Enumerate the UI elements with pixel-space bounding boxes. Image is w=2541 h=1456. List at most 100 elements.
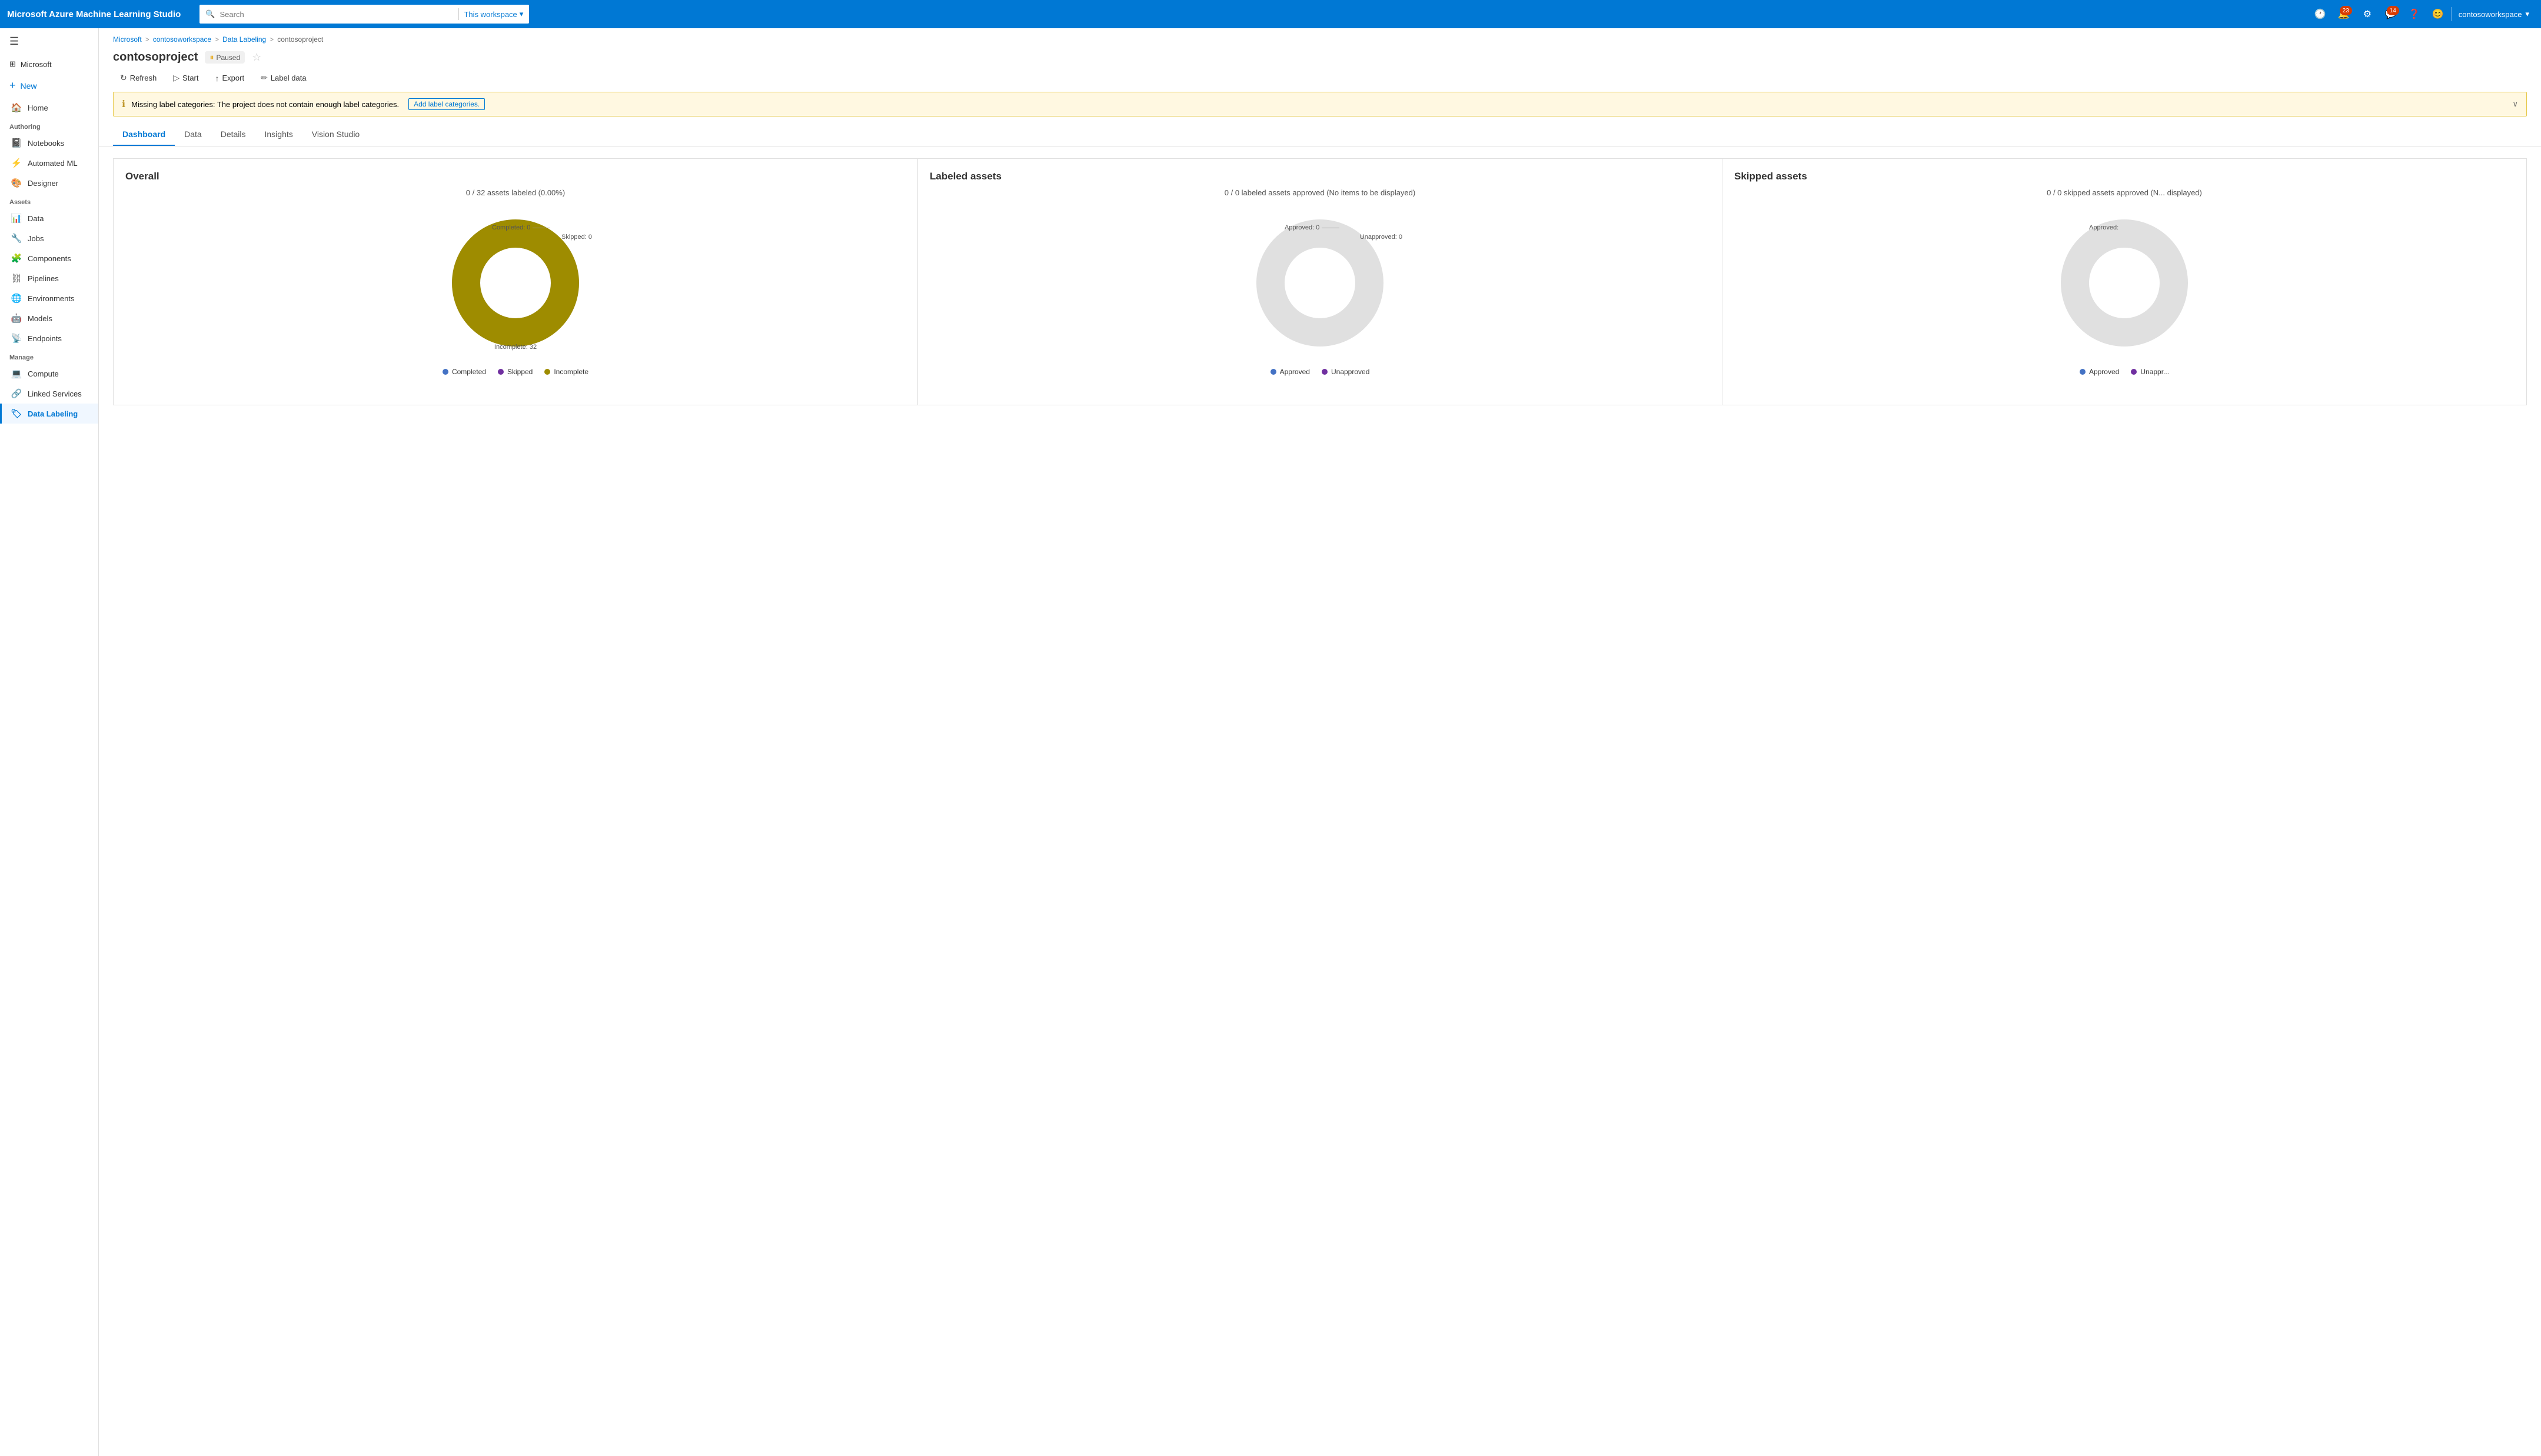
sidebar-item-environments[interactable]: 🌐 Environments	[0, 288, 98, 308]
skipped-donut-container: Approved: Approved Unappr...	[1734, 206, 2515, 376]
overall-subtitle: 0 / 32 assets labeled (0.00%)	[125, 188, 906, 197]
notifications-badge: 23	[2340, 6, 2352, 15]
linked-services-label: Linked Services	[28, 389, 82, 398]
chevron-down-icon: ▾	[520, 9, 524, 19]
updates-btn[interactable]: 💬 14	[2380, 4, 2402, 25]
sidebar-item-designer[interactable]: 🎨 Designer	[0, 173, 98, 193]
app-layout: ☰ ⊞ Microsoft + New 🏠 Home Authoring 📓 N…	[0, 28, 2541, 1456]
status-badge: ⏸ Paused	[205, 51, 245, 64]
breadcrumb-sep-3: >	[270, 35, 274, 44]
notifications-btn[interactable]: 🔔 23	[2333, 4, 2354, 25]
clock-icon-btn[interactable]: 🕐	[2310, 4, 2331, 25]
ms-icon: ⊞	[9, 59, 16, 69]
search-box[interactable]: 🔍 This workspace ▾	[199, 5, 529, 24]
breadcrumb-current: contosoproject	[277, 35, 323, 44]
new-btn[interactable]: + New	[0, 74, 98, 98]
compute-icon: 💻	[11, 368, 22, 379]
overall-chart: Completed: 0 Skipped: 0 Incomplete: 32	[445, 212, 586, 354]
sidebar-item-linked-services[interactable]: 🔗 Linked Services	[0, 384, 98, 404]
user-account-btn[interactable]: contosoworkspace ▾	[2454, 4, 2534, 25]
workspace-selector[interactable]: This workspace ▾	[464, 9, 523, 19]
refresh-btn[interactable]: ↻ Refresh	[113, 70, 164, 86]
warning-banner: ℹ Missing label categories: The project …	[113, 92, 2527, 116]
sidebar-item-endpoints[interactable]: 📡 Endpoints	[0, 328, 98, 348]
overall-legend: Completed Skipped Incomplete	[443, 368, 588, 376]
breadcrumb-sep-1: >	[145, 35, 149, 44]
labeled-legend: Approved Unapproved	[1270, 368, 1370, 376]
settings-btn[interactable]: ⚙	[2357, 4, 2378, 25]
breadcrumb-microsoft[interactable]: Microsoft	[113, 35, 142, 44]
breadcrumb-data-labeling[interactable]: Data Labeling	[222, 35, 266, 44]
labeled-card: Labeled assets 0 / 0 labeled assets appr…	[918, 158, 1722, 405]
warning-icon: ℹ	[122, 98, 125, 110]
unapproved-annotation: Unapproved: 0	[1360, 234, 1402, 241]
labeled-chart: Approved: 0 Unapproved: 0	[1249, 212, 1391, 354]
breadcrumb-sep-2: >	[215, 35, 219, 44]
environments-label: Environments	[28, 294, 74, 303]
label-data-icon: ✏	[261, 73, 268, 83]
export-btn[interactable]: ↑ Export	[208, 71, 252, 86]
start-label: Start	[182, 74, 198, 82]
label-data-btn[interactable]: ✏ Label data	[254, 70, 313, 86]
warning-message: Missing label categories: The project do…	[131, 100, 399, 109]
search-input[interactable]	[220, 10, 454, 19]
labeled-title: Labeled assets	[930, 171, 1710, 182]
automated-ml-label: Automated ML	[28, 159, 78, 168]
breadcrumb-workspace[interactable]: contosoworkspace	[153, 35, 211, 44]
tab-vision-studio[interactable]: Vision Studio	[302, 124, 369, 146]
authoring-section-label: Authoring	[0, 118, 98, 133]
dashboard-grid: Overall 0 / 32 assets labeled (0.00%) Co…	[99, 146, 2541, 417]
skipped-legend-approved: Approved	[2080, 368, 2119, 376]
unapproved-dot	[1322, 369, 1328, 375]
page-title: contosoproject	[113, 51, 198, 64]
topbar-separator	[2451, 7, 2452, 21]
sidebar-item-models[interactable]: 🤖 Models	[0, 308, 98, 328]
warning-collapse-icon[interactable]: ∨	[2512, 99, 2518, 109]
endpoints-label: Endpoints	[28, 334, 62, 343]
sidebar-item-compute[interactable]: 💻 Compute	[0, 364, 98, 384]
user-chevron-icon: ▾	[2525, 9, 2529, 19]
completed-dot	[443, 369, 448, 375]
favorite-star-icon[interactable]: ☆	[252, 51, 261, 64]
linked-services-icon: 🔗	[11, 388, 22, 399]
start-btn[interactable]: ▷ Start	[166, 70, 205, 86]
sidebar-item-notebooks[interactable]: 📓 Notebooks	[0, 133, 98, 153]
sidebar-item-components[interactable]: 🧩 Components	[0, 248, 98, 268]
overall-title: Overall	[125, 171, 906, 182]
plus-icon: +	[9, 79, 16, 92]
app-title: Microsoft Azure Machine Learning Studio	[7, 9, 181, 19]
sidebar-item-pipelines[interactable]: ⛓ Pipelines	[0, 268, 98, 288]
sidebar-item-home[interactable]: 🏠 Home	[0, 98, 98, 118]
user-face-btn[interactable]: 😊	[2427, 4, 2449, 25]
sidebar-item-automated-ml[interactable]: ⚡ Automated ML	[0, 153, 98, 173]
sidebar-item-data-labeling[interactable]: 🏷 Data Labeling	[0, 404, 98, 424]
overall-card: Overall 0 / 32 assets labeled (0.00%) Co…	[113, 158, 918, 405]
tab-details[interactable]: Details	[211, 124, 255, 146]
add-label-categories-link[interactable]: Add label categories.	[408, 98, 485, 110]
topbar: Microsoft Azure Machine Learning Studio …	[0, 0, 2541, 28]
sidebar-item-microsoft[interactable]: ⊞ Microsoft	[0, 55, 98, 74]
data-labeling-label: Data Labeling	[28, 409, 78, 418]
ms-label: Microsoft	[21, 60, 52, 69]
labeled-subtitle: 0 / 0 labeled assets approved (No items …	[930, 188, 1710, 197]
help-btn[interactable]: ❓	[2404, 4, 2425, 25]
tab-insights[interactable]: Insights	[255, 124, 302, 146]
toolbar: ↻ Refresh ▷ Start ↑ Export ✏ Label data	[99, 64, 2541, 92]
tab-data[interactable]: Data	[175, 124, 211, 146]
jobs-icon: 🔧	[11, 233, 22, 244]
skipped-approved-dot	[2080, 369, 2086, 375]
components-label: Components	[28, 254, 71, 263]
sidebar-item-data[interactable]: 📊 Data	[0, 208, 98, 228]
tab-dashboard[interactable]: Dashboard	[113, 124, 175, 146]
pause-icon: ⏸	[209, 52, 214, 62]
completed-legend-label: Completed	[452, 368, 486, 376]
legend-incomplete: Incomplete	[544, 368, 588, 376]
hamburger-btn[interactable]: ☰	[0, 28, 98, 55]
home-label: Home	[28, 104, 48, 112]
skipped-chart: Approved:	[2054, 212, 2195, 354]
legend-skipped: Skipped	[498, 368, 533, 376]
home-icon: 🏠	[11, 102, 22, 113]
manage-section-label: Manage	[0, 348, 98, 364]
sidebar-item-jobs[interactable]: 🔧 Jobs	[0, 228, 98, 248]
components-icon: 🧩	[11, 253, 22, 264]
